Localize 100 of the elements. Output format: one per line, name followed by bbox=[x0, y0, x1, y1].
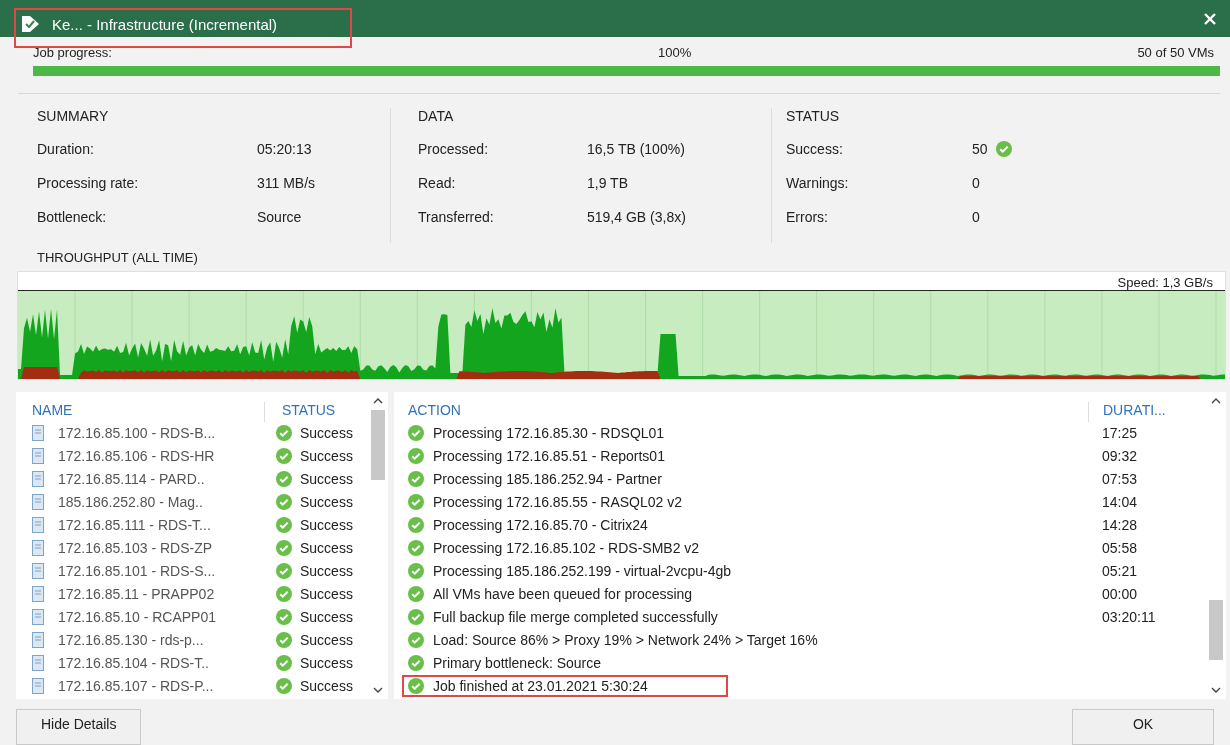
status-text: Success bbox=[300, 632, 353, 649]
action-text: Processing 172.16.85.55 - RASQL02 v2 bbox=[433, 494, 683, 511]
check-icon bbox=[276, 632, 292, 649]
server-icon bbox=[32, 471, 44, 488]
action-text: Processing 185.186.252.199 - virtual-2vcpu-4gb bbox=[433, 563, 732, 580]
server-icon bbox=[32, 678, 44, 695]
scroll-down-icon[interactable] bbox=[1211, 687, 1221, 693]
scroll-down-icon[interactable] bbox=[373, 687, 383, 693]
progress-label: Job progress: bbox=[33, 45, 112, 61]
server-icon bbox=[32, 494, 44, 511]
stat-value: Source bbox=[257, 208, 302, 225]
check-icon bbox=[276, 517, 292, 534]
window-title: Ke... - Infrastructure (Incremental) bbox=[52, 15, 278, 33]
vm-name: 172.16.85.101 - RDS-S... bbox=[58, 563, 217, 580]
speed-label: Speed: 1,3 GB/s bbox=[1117, 274, 1213, 290]
scroll-up-icon[interactable] bbox=[373, 397, 383, 404]
server-icon bbox=[32, 586, 44, 603]
stat-label: Warnings: bbox=[786, 174, 850, 193]
duration-text: 14:28 bbox=[1102, 517, 1138, 534]
section-heading: STATUS bbox=[786, 107, 841, 124]
status-text: Success bbox=[300, 678, 353, 695]
check-icon bbox=[408, 655, 424, 672]
duration-text: 17:25 bbox=[1102, 425, 1138, 442]
column-header[interactable]: DURATI... bbox=[1103, 401, 1166, 422]
action-text: Processing 185.186.252.94 - Partner bbox=[433, 471, 662, 488]
status-text: Success bbox=[300, 471, 353, 488]
status-text: Success bbox=[300, 586, 353, 603]
ok-button[interactable]: OK bbox=[1072, 709, 1214, 745]
duration-text: 05:58 bbox=[1102, 540, 1138, 557]
hide-details-button[interactable]: Hide Details bbox=[16, 709, 142, 745]
column-header[interactable]: NAME bbox=[32, 401, 265, 422]
status-text: Success bbox=[300, 609, 353, 626]
progress-percent: 100% bbox=[657, 45, 692, 61]
action-text: Processing 172.16.85.30 - RDSQL01 bbox=[433, 425, 665, 442]
check-icon bbox=[276, 609, 292, 626]
action-text: Processing 172.16.85.51 - Reports01 bbox=[433, 448, 665, 465]
stat-label: Processed: bbox=[418, 140, 490, 159]
column-header[interactable]: STATUS bbox=[265, 401, 336, 422]
vm-name: 172.16.85.11 - PRAPP02 bbox=[58, 586, 216, 603]
check-icon bbox=[408, 632, 424, 649]
server-icon bbox=[32, 563, 44, 580]
server-icon bbox=[32, 448, 44, 465]
scroll-thumb[interactable] bbox=[1209, 599, 1223, 660]
status-text: Success bbox=[300, 494, 353, 511]
action-text: Processing 172.16.85.70 - Citrix24 bbox=[433, 517, 648, 534]
check-icon bbox=[276, 540, 292, 557]
status-text: Success bbox=[300, 655, 353, 672]
check-icon bbox=[276, 655, 292, 672]
stat-value: 519,4 GB (3,8x) bbox=[587, 208, 686, 225]
progress-count: 50 of 50 VMs bbox=[1137, 45, 1214, 61]
action-text: All VMs have been queued for processing bbox=[433, 586, 693, 603]
check-icon bbox=[408, 609, 424, 626]
vm-name: 172.16.85.107 - RDS-P... bbox=[58, 678, 215, 695]
check-icon bbox=[276, 425, 292, 442]
vm-name: 172.16.85.130 - rds-p... bbox=[58, 632, 205, 649]
duration-text: 07:53 bbox=[1102, 471, 1138, 488]
scroll-thumb[interactable] bbox=[371, 409, 385, 480]
check-icon bbox=[408, 586, 424, 603]
stat-label: Success: bbox=[786, 140, 844, 159]
stat-label: Errors: bbox=[786, 208, 829, 227]
check-icon bbox=[276, 448, 292, 465]
stat-label: Processing rate: bbox=[37, 174, 140, 193]
check-icon bbox=[276, 494, 292, 511]
duration-text: 05:21 bbox=[1102, 563, 1138, 580]
action-text: Job finished at 23.01.2021 5:30:24 bbox=[433, 678, 648, 695]
stat-value: 05:20:13 bbox=[257, 140, 312, 157]
check-icon bbox=[408, 448, 424, 465]
status-text: Success bbox=[300, 540, 353, 557]
server-icon bbox=[32, 425, 44, 442]
chart-title: THROUGHPUT (ALL TIME) bbox=[36, 248, 199, 266]
stat-value: 1,9 TB bbox=[587, 174, 628, 191]
stat-label: Read: bbox=[418, 174, 457, 193]
stat-value: 311 MB/s bbox=[257, 174, 316, 191]
check-icon bbox=[408, 471, 424, 488]
vm-name: 172.16.85.100 - RDS-B... bbox=[58, 425, 217, 442]
column-header[interactable]: ACTION bbox=[408, 401, 1089, 422]
status-text: Success bbox=[300, 448, 353, 465]
check-icon bbox=[408, 517, 424, 534]
action-text: Load: Source 86% > Proxy 19% > Network 24% > Target 16% bbox=[433, 632, 818, 649]
server-icon bbox=[32, 655, 44, 672]
duration-text: 00:00 bbox=[1102, 586, 1138, 603]
vm-name: 172.16.85.111 - RDS-T... bbox=[58, 517, 212, 534]
scroll-up-icon[interactable] bbox=[1211, 397, 1221, 404]
vm-name: 172.16.85.104 - RDS-T.. bbox=[58, 655, 210, 672]
status-text: Success bbox=[300, 563, 353, 580]
vm-name: 172.16.85.10 - RCAPP01 bbox=[58, 609, 217, 626]
check-icon bbox=[408, 678, 424, 695]
vm-name: 185.186.252.80 - Mag.. bbox=[58, 494, 204, 511]
server-icon bbox=[32, 540, 44, 557]
vm-name: 172.16.85.114 - PARD.. bbox=[58, 471, 206, 488]
check-icon bbox=[408, 540, 424, 557]
status-text: Success bbox=[300, 425, 353, 442]
stat-label: Duration: bbox=[37, 140, 95, 159]
stat-value: 0 bbox=[972, 174, 980, 191]
check-icon bbox=[276, 563, 292, 580]
duration-text: 09:32 bbox=[1102, 448, 1138, 465]
duration-text: 14:04 bbox=[1102, 494, 1138, 511]
check-icon bbox=[408, 425, 424, 442]
stat-value: 50 bbox=[972, 140, 988, 157]
stat-label: Bottleneck: bbox=[37, 208, 108, 227]
